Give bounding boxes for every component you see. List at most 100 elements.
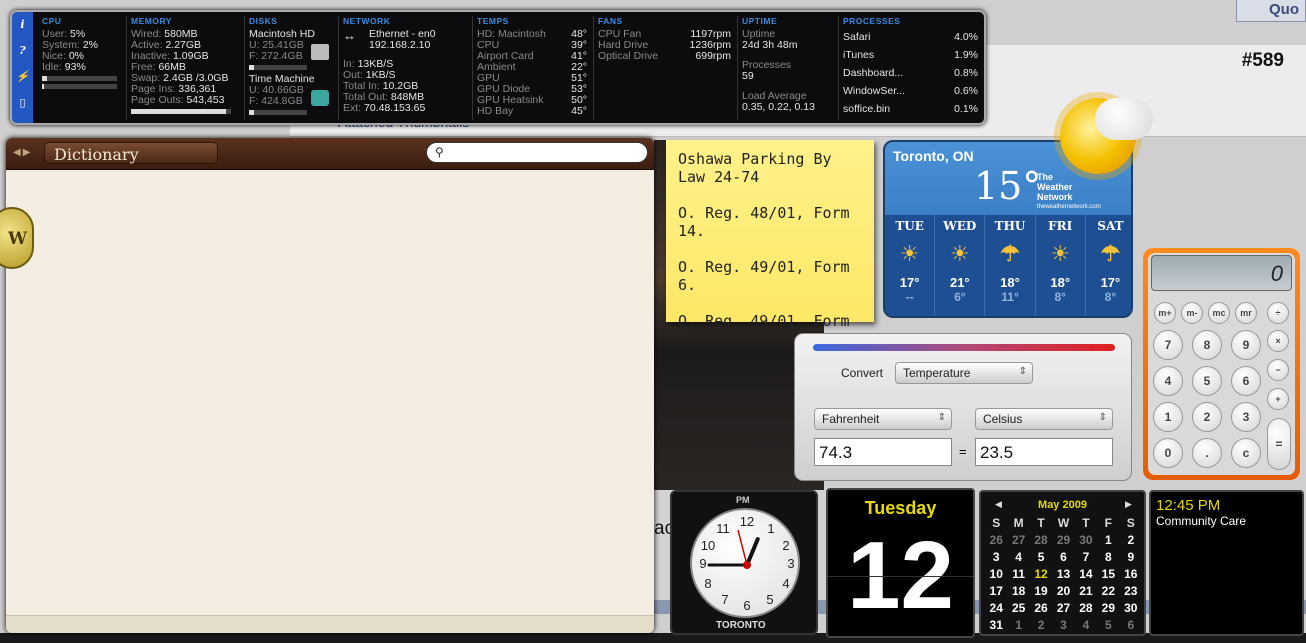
calendar-day[interactable]: 5: [1097, 618, 1119, 632]
calendar-day[interactable]: 26: [985, 533, 1007, 547]
calendar-day[interactable]: 1: [1007, 618, 1029, 632]
key-3[interactable]: 3: [1231, 402, 1261, 432]
calendar-day[interactable]: 4: [1075, 618, 1097, 632]
calculator-display: 0: [1151, 255, 1292, 291]
disks-title: DISKS: [249, 16, 278, 26]
calendar-day[interactable]: 5: [1030, 550, 1052, 564]
calendar-day[interactable]: 15: [1097, 567, 1119, 581]
calendar-day[interactable]: 25: [1007, 601, 1029, 615]
key-2[interactable]: 2: [1192, 402, 1222, 432]
key-minus[interactable]: −: [1267, 359, 1289, 381]
calendar-day[interactable]: 4: [1007, 550, 1029, 564]
key-5[interactable]: 5: [1192, 366, 1222, 396]
key-m-minus[interactable]: m-: [1181, 302, 1203, 324]
calendar-day[interactable]: 3: [985, 550, 1007, 564]
key-mc[interactable]: mc: [1208, 302, 1230, 324]
calendar-day[interactable]: 21: [1075, 584, 1097, 598]
dictionary-search-input[interactable]: ⚲: [426, 142, 648, 163]
calendar-day[interactable]: 20: [1052, 584, 1074, 598]
key-7[interactable]: 7: [1153, 330, 1183, 360]
activity-icon[interactable]: ⚡: [12, 64, 33, 90]
from-value-input[interactable]: 74.3: [814, 438, 952, 466]
sticky-note[interactable]: Oshawa Parking By Law 24-74 O. Reg. 48/0…: [666, 140, 874, 348]
calendar-day[interactable]: 16: [1120, 567, 1142, 581]
help-icon[interactable]: ?: [12, 38, 33, 64]
weekday-header: S: [992, 516, 1001, 530]
temps-section: TEMPS HD: Macintosh 48° CPU 39° Airport Ca…: [472, 16, 587, 120]
calendar-day[interactable]: 23: [1120, 584, 1142, 598]
fan-value: 699rpm: [695, 50, 731, 62]
flip-divider: [828, 576, 973, 577]
calendar-day[interactable]: 27: [1052, 601, 1074, 615]
calendar-day[interactable]: 9: [1120, 550, 1142, 564]
key-6[interactable]: 6: [1231, 366, 1261, 396]
clock-center: [743, 561, 751, 569]
calendar-day[interactable]: 31: [985, 618, 1007, 632]
convert-label: Convert: [841, 366, 884, 380]
next-month-icon[interactable]: ▶: [1125, 499, 1132, 510]
cpu-title: CPU: [42, 16, 62, 26]
key-8[interactable]: 8: [1192, 330, 1222, 360]
calendar-day[interactable]: 12: [1030, 567, 1052, 581]
calendar-day[interactable]: 28: [1030, 533, 1052, 547]
disks-section: DISKS Macintosh HD U: 25.41GB F: 272.4GB…: [244, 16, 338, 120]
ical-events-widget[interactable]: 12:45 PM Community Care: [1149, 490, 1304, 636]
battery-icon[interactable]: ▯: [12, 90, 33, 116]
calendar-day[interactable]: 7: [1075, 550, 1097, 564]
back-forward-arrows-icon[interactable]: ◀▶: [13, 147, 32, 158]
calendar-day[interactable]: 19: [1030, 584, 1052, 598]
date-flip-widget[interactable]: Tuesday 12: [826, 488, 975, 638]
calendar-day[interactable]: 27: [1007, 533, 1029, 547]
calendar-day[interactable]: 14: [1075, 567, 1097, 581]
dictionary-source-select[interactable]: Dictionary: [44, 142, 218, 164]
calendar-day[interactable]: 28: [1075, 601, 1097, 615]
key-1[interactable]: 1: [1153, 402, 1183, 432]
info-icon[interactable]: i: [12, 12, 33, 38]
forecast-day: THU ☂ 18° 11°: [985, 215, 1036, 316]
calendar-day[interactable]: 3: [1052, 618, 1074, 632]
process-cpu: 0.8%: [954, 67, 978, 79]
calendar-day[interactable]: 30: [1120, 601, 1142, 615]
category-select[interactable]: Temperature: [895, 362, 1033, 384]
processes-count: 59: [742, 70, 754, 82]
key-m-plus[interactable]: m+: [1154, 302, 1176, 324]
key-4[interactable]: 4: [1153, 366, 1183, 396]
quote-button[interactable]: Quo: [1236, 0, 1306, 22]
key-0[interactable]: 0: [1153, 438, 1183, 468]
calendar-day[interactable]: 2: [1120, 533, 1142, 547]
w-badge[interactable]: W: [0, 207, 34, 269]
resize-grip-icon[interactable]: [6, 615, 654, 633]
calendar-day[interactable]: 1: [1097, 533, 1119, 547]
key-mr[interactable]: mr: [1235, 302, 1257, 324]
key-clear[interactable]: c: [1231, 438, 1261, 468]
clock-widget[interactable]: PM 12 1 2 3 4 5 6 7 8 9 10 11 TORONTO: [670, 490, 818, 635]
calendar-day[interactable]: 11: [1007, 567, 1029, 581]
calendar-day[interactable]: 17: [985, 584, 1007, 598]
calendar-day[interactable]: 6: [1120, 618, 1142, 632]
calendar-day[interactable]: 26: [1030, 601, 1052, 615]
calendar-day[interactable]: 18: [1007, 584, 1029, 598]
key-decimal[interactable]: .: [1192, 438, 1222, 468]
calendar-day[interactable]: 8: [1097, 550, 1119, 564]
process-name: Safari: [843, 31, 871, 43]
calendar-day[interactable]: 30: [1075, 533, 1097, 547]
key-multiply[interactable]: ×: [1267, 330, 1289, 352]
to-unit-select[interactable]: Celsius: [975, 408, 1113, 430]
calendar-day[interactable]: 6: [1052, 550, 1074, 564]
day-high: 17°: [899, 275, 920, 290]
calendar-day[interactable]: 10: [985, 567, 1007, 581]
to-value-input[interactable]: 23.5: [975, 438, 1113, 466]
calendar-day[interactable]: 24: [985, 601, 1007, 615]
key-divide[interactable]: ÷: [1267, 302, 1289, 324]
cpu-idle: 93%: [64, 61, 86, 73]
calendar-day[interactable]: 29: [1097, 601, 1119, 615]
calendar-day[interactable]: 13: [1052, 567, 1074, 581]
calendar-day[interactable]: 22: [1097, 584, 1119, 598]
from-unit-select[interactable]: Fahrenheit: [814, 408, 952, 430]
key-9[interactable]: 9: [1231, 330, 1261, 360]
key-plus[interactable]: +: [1267, 388, 1289, 410]
key-equals[interactable]: =: [1267, 418, 1291, 470]
process-name: iTunes: [843, 49, 875, 61]
calendar-day[interactable]: 2: [1030, 618, 1052, 632]
calendar-day[interactable]: 29: [1052, 533, 1074, 547]
